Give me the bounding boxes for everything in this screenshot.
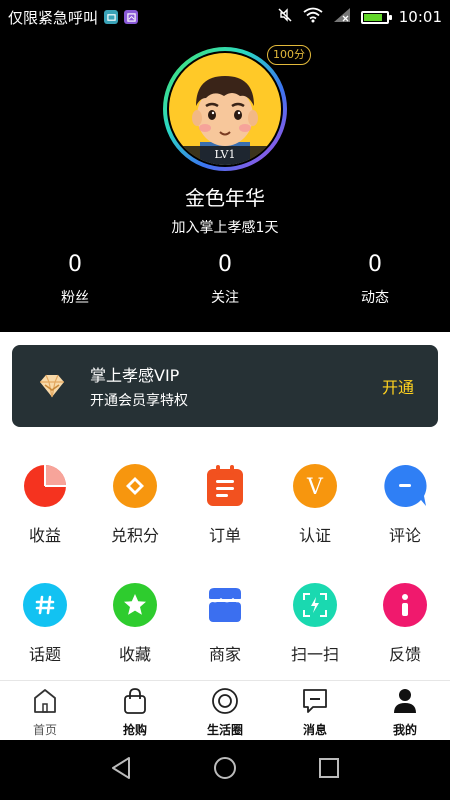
sim-icon [104,10,119,24]
stat-value: 0 [368,252,382,277]
vip-open-button[interactable]: 开通 [382,374,414,398]
feature-grid-row-2: 话题 收藏 商家 扫一扫 反馈 [0,583,450,665]
v-icon: V [293,464,337,508]
info-icon [383,583,427,627]
circle-target-icon [211,687,239,719]
join-days: 加入掌上孝感1天 [171,220,279,236]
tab-me[interactable]: 我的 [360,681,450,740]
signal-icon [333,7,351,27]
grid-item-verification[interactable]: V 认证 [270,464,360,546]
stat-value: 0 [68,252,82,277]
bottom-tab-bar: 首页 抢购 生活圈 消息 我的 [0,680,450,740]
system-nav-bar [0,740,450,800]
tab-life-circle[interactable]: 生活圈 [180,681,270,740]
chat-bubble-icon [383,464,427,508]
grid-item-redeem-points[interactable]: 兑积分 [90,464,180,546]
grid-label: 反馈 [388,645,421,664]
feature-grid-row-1: 收益 兑积分 订单 V 认证 评论 [0,464,450,546]
grid-item-scan[interactable]: 扫一扫 [270,583,360,665]
pie-chart-icon [23,464,67,508]
person-icon [391,687,419,719]
home-circle-icon[interactable] [213,756,237,784]
status-bar: 仅限紧急呼叫 10:01 [0,0,450,34]
avatar[interactable]: LV1 [162,46,288,172]
stat-following[interactable]: 0 关注 [150,252,300,307]
mute-icon [277,7,293,27]
tab-flash-sale[interactable]: 抢购 [90,681,180,740]
diamond-icon [113,464,157,508]
scan-icon [293,583,337,627]
vip-title: 掌上孝感VIP [90,366,180,385]
tab-label: 生活圈 [206,723,243,737]
tab-label: 抢购 [122,723,147,737]
grid-label: 话题 [28,645,61,664]
tab-label: 消息 [302,723,327,737]
stat-fans[interactable]: 0 粉丝 [0,252,150,307]
recents-icon[interactable] [318,757,340,783]
store-icon [203,583,247,627]
svg-text:V: V [306,475,324,498]
carrier-text: 仅限紧急呼叫 [8,8,99,27]
clock-text: 10:01 [398,8,442,26]
nickname: 金色年华 [185,186,265,210]
hash-icon [23,583,67,627]
grid-item-topics[interactable]: 话题 [0,583,90,665]
level-label: LV1 [215,148,236,161]
grid-label: 收益 [28,526,61,545]
stats-row: 0 粉丝 0 关注 0 动态 [0,252,450,307]
tab-label: 首页 [32,723,57,737]
gallery-icon [124,10,139,24]
profile-header: LV1 100分 金色年华 加入掌上孝感1天 0 粉丝 0 关注 0 动态 [0,34,450,332]
stat-label: 动态 [361,290,389,306]
vip-diamond-icon [36,370,68,402]
grid-item-orders[interactable]: 订单 [180,464,270,546]
grid-label: 商家 [208,645,241,664]
grid-label: 认证 [298,526,331,545]
wifi-icon [303,7,323,27]
battery-icon [360,10,392,24]
vip-card[interactable]: 掌上孝感VIP 开通会员享特权 开通 [12,345,438,427]
grid-item-favorites[interactable]: 收藏 [90,583,180,665]
tab-label: 我的 [392,723,417,737]
message-icon [301,687,329,719]
points-badge[interactable]: 100分 [267,45,311,65]
tab-home[interactable]: 首页 [0,681,90,740]
grid-label: 订单 [208,526,241,545]
grid-item-merchants[interactable]: 商家 [180,583,270,665]
grid-label: 评论 [388,526,421,545]
grid-item-comments[interactable]: 评论 [360,464,450,546]
vip-subtitle: 开通会员享特权 [90,393,188,409]
stat-label: 关注 [211,290,239,306]
star-icon [113,583,157,627]
shopping-bag-icon [122,687,148,719]
grid-item-feedback[interactable]: 反馈 [360,583,450,665]
back-icon[interactable] [110,756,132,784]
grid-item-earnings[interactable]: 收益 [0,464,90,546]
stat-posts[interactable]: 0 动态 [300,252,450,307]
grid-label: 扫一扫 [290,645,339,664]
home-icon [32,687,58,719]
grid-label: 兑积分 [110,526,159,545]
clipboard-icon [203,464,247,508]
grid-label: 收藏 [118,645,151,664]
stat-value: 0 [218,252,232,277]
stat-label: 粉丝 [61,290,89,306]
tab-messages[interactable]: 消息 [270,681,360,740]
